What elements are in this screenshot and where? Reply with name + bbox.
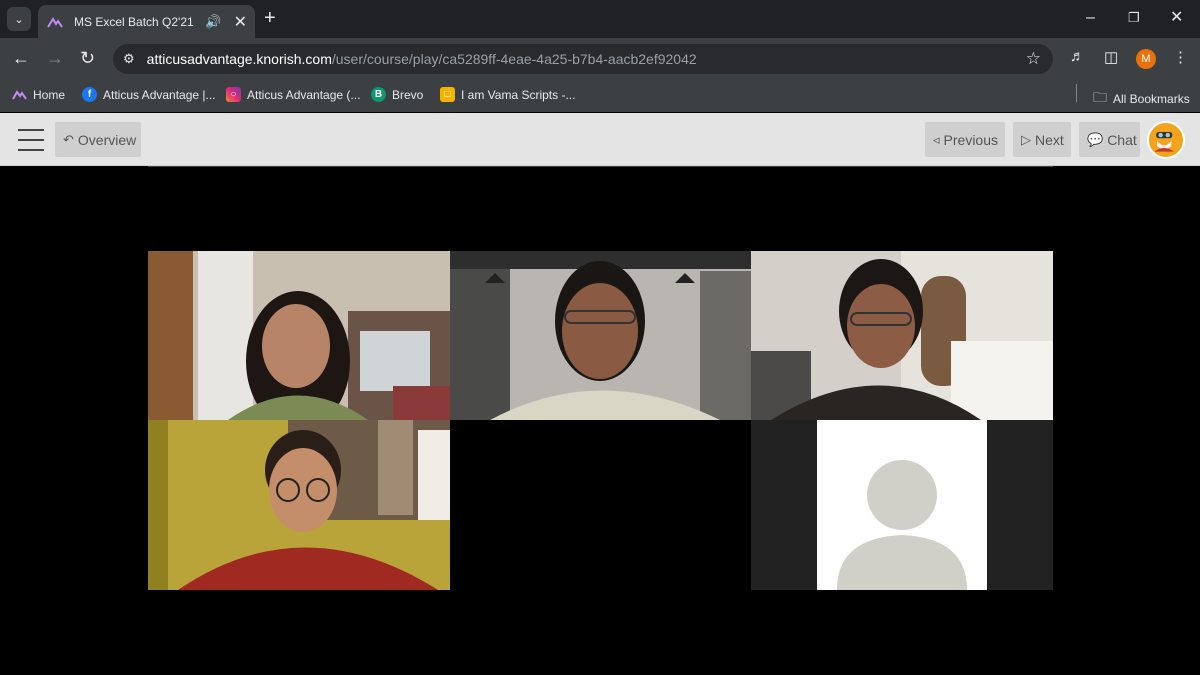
- chat-bubble-icon: 💬: [1087, 131, 1104, 147]
- tab-search-button[interactable]: ⌄: [7, 7, 31, 31]
- bookmark-home[interactable]: Home: [12, 87, 65, 102]
- skip-previous-icon: ◃: [933, 131, 940, 147]
- overview-button[interactable]: ↶ Overview: [55, 122, 141, 157]
- new-tab-button[interactable]: +: [264, 8, 276, 28]
- menu-dots-icon[interactable]: ⋮: [1173, 48, 1188, 66]
- default-avatar-icon: [837, 460, 967, 590]
- hamburger-menu-icon[interactable]: [18, 129, 44, 151]
- chat-button[interactable]: 💬 Chat: [1079, 122, 1140, 157]
- minimize-icon[interactable]: –: [1086, 8, 1095, 28]
- back-arrow-icon[interactable]: ←: [12, 48, 30, 68]
- reload-icon[interactable]: ↻: [80, 48, 95, 68]
- close-icon[interactable]: ✕: [234, 12, 247, 32]
- google-slides-icon: □: [440, 87, 455, 102]
- all-bookmarks-button[interactable]: 🗀 All Bookmarks: [1093, 87, 1190, 111]
- site-settings-icon[interactable]: ⚙: [123, 51, 135, 67]
- media-controls-icon[interactable]: ♬: [1070, 48, 1085, 65]
- brevo-icon: B: [371, 87, 386, 102]
- participant-tile: [751, 420, 1053, 590]
- participant-tile: [148, 251, 450, 420]
- url-text: atticusadvantage.knorish.com/user/course…: [146, 51, 697, 67]
- bookmark-brevo[interactable]: B Brevo: [371, 87, 423, 102]
- facebook-icon: f: [82, 87, 97, 102]
- knorish-logo-icon: [12, 90, 27, 100]
- chevron-down-icon: ⌄: [14, 13, 24, 26]
- window-close-icon[interactable]: ✕: [1170, 8, 1183, 28]
- address-bar[interactable]: ⚙ atticusadvantage.knorish.com/user/cour…: [113, 44, 1053, 74]
- default-avatar-frame: [817, 420, 987, 590]
- content-divider: [148, 166, 1053, 167]
- next-button[interactable]: ▷ Next: [1013, 122, 1071, 157]
- instagram-icon: ○: [226, 87, 241, 102]
- speaker-icon[interactable]: 🔊: [205, 14, 221, 30]
- previous-button[interactable]: ◃ Previous: [925, 122, 1005, 157]
- bookmarks-divider: [1076, 84, 1077, 102]
- folder-icon: 🗀: [1093, 89, 1107, 105]
- history-icon: ↶: [63, 131, 74, 147]
- browser-tab[interactable]: MS Excel Batch Q2'21 🔊 ✕: [38, 5, 255, 38]
- tab-title: MS Excel Batch Q2'21: [74, 14, 194, 29]
- knorish-logo-icon: [47, 16, 63, 28]
- forward-arrow-icon[interactable]: →: [46, 48, 64, 68]
- bookmark-atticus-instagram[interactable]: ○ Atticus Advantage (...: [226, 87, 360, 102]
- participant-tile: [148, 420, 450, 590]
- restore-icon[interactable]: ❐: [1128, 8, 1140, 28]
- bookmark-atticus-facebook[interactable]: f Atticus Advantage |...: [82, 87, 216, 102]
- side-panel-icon[interactable]: ◫: [1104, 48, 1118, 66]
- user-avatar[interactable]: [1147, 121, 1185, 159]
- avatar-illustration-icon: [1149, 123, 1180, 154]
- participant-tile: [450, 251, 751, 420]
- profile-avatar[interactable]: M: [1136, 49, 1156, 69]
- participant-tile: [751, 251, 1053, 420]
- bookmark-star-icon[interactable]: ☆: [1026, 49, 1041, 69]
- bookmark-vama-scripts[interactable]: □ I am Vama Scripts -...: [440, 87, 575, 102]
- skip-next-icon: ▷: [1021, 131, 1031, 147]
